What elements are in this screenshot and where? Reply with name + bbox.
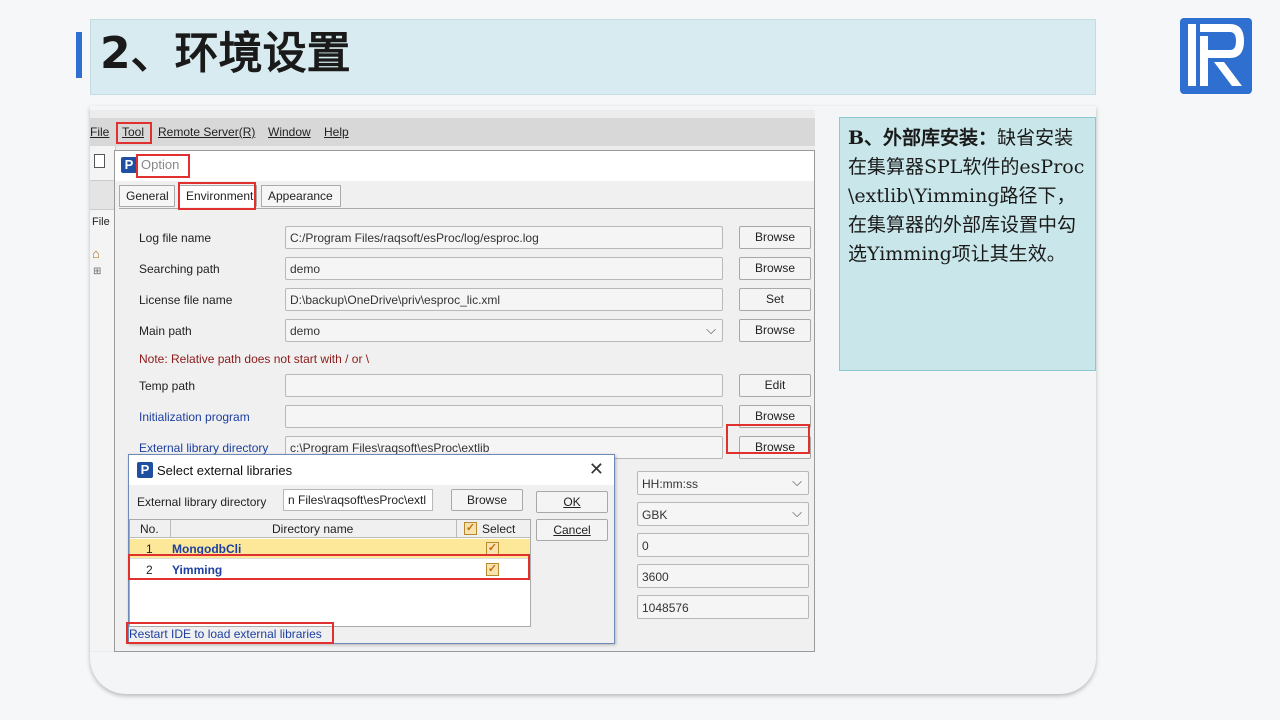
temp-path-label: Temp path: [139, 379, 196, 393]
install-note: B、外部库安装：缺省安装在集算器SPL软件的esProc\extlib\Yimm…: [839, 117, 1096, 371]
expand-icon[interactable]: ⊞: [93, 266, 101, 277]
row-no: 2: [146, 563, 153, 577]
row-directory-name: MongodbCli: [172, 542, 242, 556]
close-icon[interactable]: ✕: [589, 459, 604, 480]
page-title: 2、环境设置: [100, 28, 351, 79]
extlib-dir-label: External library directory: [137, 495, 267, 509]
new-file-icon[interactable]: [94, 154, 105, 168]
ok-button[interactable]: OK: [536, 491, 608, 513]
app-p-icon: P: [121, 157, 137, 173]
col-select: Select: [482, 522, 516, 536]
init-program-label: Initialization program: [139, 410, 250, 424]
row-directory-name: Yimming: [172, 563, 223, 577]
home-icon[interactable]: ⌂: [92, 246, 100, 261]
tab-general[interactable]: General: [119, 185, 175, 207]
time-format-select[interactable]: HH:mm:ss: [637, 471, 809, 495]
menu-tool[interactable]: Tool: [122, 125, 144, 139]
license-file-label: License file name: [139, 293, 233, 307]
sidebar-file-label: File: [92, 216, 110, 228]
table-header: No. Directory name ✓ Select: [130, 520, 530, 538]
note-heading: B、外部库安装：: [848, 127, 998, 149]
extlib-titlebar: P Select external libraries ✕: [129, 455, 614, 485]
tab-appearance[interactable]: Appearance: [261, 185, 341, 207]
select-extlib-dialog: P Select external libraries ✕ External l…: [128, 454, 615, 644]
main-path-select[interactable]: demo: [285, 319, 723, 342]
col-directory-name: Directory name: [272, 522, 354, 536]
main-path-label: Main path: [139, 324, 192, 338]
row-select-checkbox[interactable]: ✓: [486, 563, 499, 576]
table-row[interactable]: 1 MongodbCli ✓: [130, 539, 530, 559]
charset-select[interactable]: GBK: [637, 502, 809, 526]
option-dialog-title: Option: [141, 157, 180, 172]
searching-path-input[interactable]: demo: [285, 257, 723, 280]
numeric-field-2[interactable]: 3600: [637, 564, 809, 588]
temp-path-input[interactable]: [285, 374, 723, 397]
option-titlebar: P Option: [115, 151, 814, 181]
numeric-field-1[interactable]: 0: [637, 533, 809, 557]
log-file-label: Log file name: [139, 231, 212, 245]
col-no: No.: [140, 522, 159, 536]
extlib-dir-label: External library directory: [139, 441, 269, 455]
title-accent-bar: [76, 32, 82, 78]
extlib-dir-input[interactable]: n Files\raqsoft\esProc\extl: [283, 489, 433, 511]
extlib-browse-button[interactable]: Browse: [451, 489, 523, 511]
main-browse-button[interactable]: Browse: [739, 319, 811, 342]
menu-window[interactable]: Window: [268, 125, 311, 139]
extlib-browse-button[interactable]: Browse: [739, 436, 811, 459]
relative-path-note: Note: Relative path does not start with …: [139, 352, 370, 366]
sidebar-toolbar: [90, 180, 116, 210]
table-row[interactable]: 2 Yimming ✓: [130, 560, 530, 580]
app-p-icon: P: [137, 462, 153, 478]
searching-path-label: Searching path: [139, 262, 220, 276]
extlib-table: No. Directory name ✓ Select 1 MongodbCli…: [129, 519, 531, 627]
numeric-field-3[interactable]: 1048576: [637, 595, 809, 619]
log-browse-button[interactable]: Browse: [739, 226, 811, 249]
esproc-screenshot: File Tool Remote Server(R) Window Help F…: [90, 110, 815, 652]
restart-ide-hint: Restart IDE to load external libraries: [129, 627, 322, 641]
license-file-input[interactable]: D:\backup\OneDrive\priv\esproc_lic.xml: [285, 288, 723, 311]
cancel-button[interactable]: Cancel: [536, 519, 608, 541]
tab-environment[interactable]: Environment: [179, 185, 257, 207]
menu-file[interactable]: File: [90, 125, 109, 139]
select-all-checkbox[interactable]: ✓: [464, 522, 477, 535]
log-file-input[interactable]: C:/Program Files/raqsoft/esProc/log/espr…: [285, 226, 723, 249]
temp-edit-button[interactable]: Edit: [739, 374, 811, 397]
init-browse-button[interactable]: Browse: [739, 405, 811, 428]
extlib-dialog-title: Select external libraries: [157, 463, 293, 478]
init-program-input[interactable]: [285, 405, 723, 428]
search-browse-button[interactable]: Browse: [739, 257, 811, 280]
row-select-checkbox[interactable]: ✓: [486, 542, 499, 555]
menu-help[interactable]: Help: [324, 125, 349, 139]
license-set-button[interactable]: Set: [739, 288, 811, 311]
raqsoft-logo-icon: [1180, 18, 1252, 94]
menu-remote-server[interactable]: Remote Server(R): [158, 125, 255, 139]
row-no: 1: [146, 542, 153, 556]
menubar: File Tool Remote Server(R) Window Help: [90, 118, 815, 146]
